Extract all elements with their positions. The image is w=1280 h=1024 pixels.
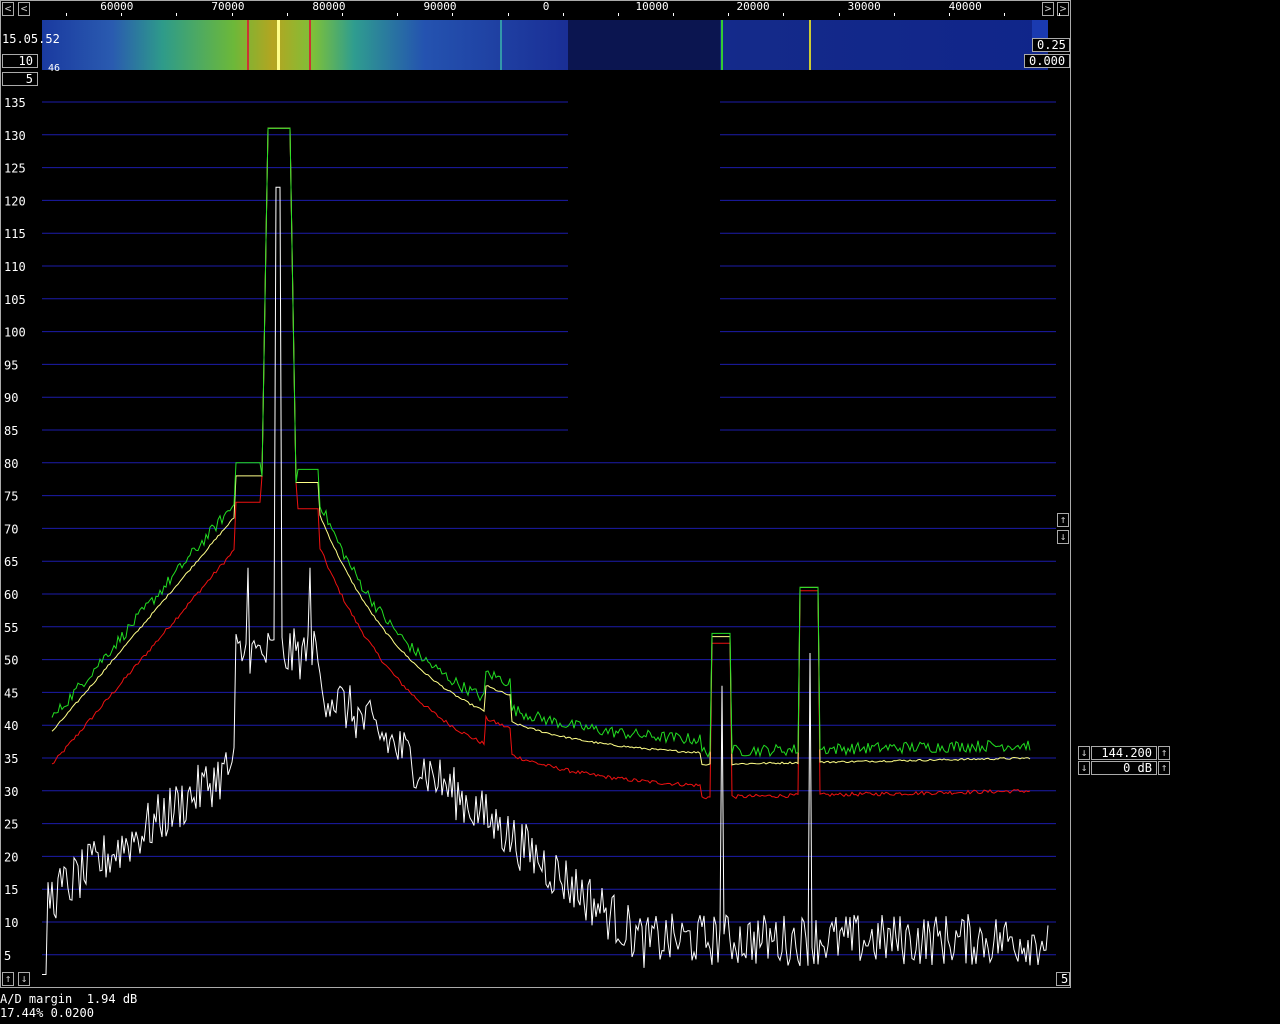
- y-axis-label: 10: [4, 916, 18, 930]
- scroll-up-button[interactable]: ↑: [1057, 513, 1069, 527]
- freq-tick: [121, 13, 123, 16]
- y-axis-label: 120: [4, 194, 26, 208]
- y-axis-label: 30: [4, 785, 18, 799]
- freq-tick: [66, 13, 67, 16]
- freq-label: 10000: [635, 0, 669, 13]
- freq-tick: [893, 13, 895, 16]
- y-axis-label: 70: [4, 522, 18, 536]
- y-axis-label: 65: [4, 555, 18, 569]
- y-axis-label: 95: [4, 358, 18, 372]
- y-axis-label: 25: [4, 818, 18, 832]
- y-axis-label: 15: [4, 883, 18, 897]
- trace-yellow: [51, 127, 1031, 766]
- freq-tick: [1004, 13, 1006, 16]
- freq-down-button[interactable]: ↓: [1078, 746, 1090, 760]
- freq-tick: [783, 13, 785, 16]
- freq-tick: [838, 13, 840, 16]
- cpu-status: 17.44% 0.0200: [0, 1006, 94, 1020]
- y-axis-label: 20: [4, 850, 18, 864]
- freq-tick: [1059, 13, 1061, 16]
- freq-tick: [231, 13, 233, 16]
- freq-label: 90000: [423, 0, 457, 13]
- frequency-field[interactable]: 144.200: [1091, 746, 1157, 760]
- averaging-field[interactable]: 10: [2, 54, 38, 68]
- freq-label: 60000: [100, 0, 134, 13]
- freq-tick: [728, 13, 730, 16]
- freq-tick: [286, 13, 288, 16]
- y-axis-label: 85: [4, 424, 18, 438]
- freq-tick: [397, 13, 399, 16]
- freq-tick: [673, 13, 675, 16]
- ad-margin-status: A/D margin 1.94 dB: [0, 992, 138, 1006]
- y-axis-label: 50: [4, 654, 18, 668]
- y-axis-label: 130: [4, 129, 26, 143]
- param-field[interactable]: 5: [2, 72, 38, 86]
- freq-label: 20000: [736, 0, 770, 13]
- freq-label: 30000: [847, 0, 881, 13]
- waterfall-small-label: 46: [48, 63, 61, 74]
- gain-up-button[interactable]: ↑: [1158, 761, 1170, 775]
- freq-tick: [617, 13, 619, 16]
- y-axis-label: 115: [4, 227, 26, 241]
- freq-tick: [949, 13, 951, 16]
- y-axis-label: 35: [4, 752, 18, 766]
- trace-green: [51, 127, 1031, 759]
- y-axis-label: 90: [4, 391, 18, 405]
- freq-up-button[interactable]: ↑: [1158, 746, 1170, 760]
- waterfall-time: 15.05.52: [2, 32, 60, 46]
- scroll-left-button[interactable]: <: [2, 2, 14, 16]
- y-axis-label: 135: [4, 96, 26, 110]
- waterfall-gain-field[interactable]: 0.25: [1032, 38, 1070, 52]
- gain-down-button[interactable]: ↓: [1078, 761, 1090, 775]
- waterfall-display[interactable]: [42, 20, 1048, 70]
- y-axis-label: 40: [4, 719, 18, 733]
- y-axis-label: 80: [4, 457, 18, 471]
- freq-tick: [507, 13, 509, 16]
- y-axis-label: 60: [4, 588, 18, 602]
- y-axis-label: 100: [4, 326, 26, 340]
- y-axis-label: 5: [4, 949, 11, 963]
- trace-red: [51, 127, 1031, 800]
- y-axis-label: 55: [4, 621, 18, 635]
- scroll-left-alt-button[interactable]: <: [18, 2, 30, 16]
- bottom-right-field[interactable]: 5: [1056, 972, 1070, 986]
- y-axis-label: 110: [4, 260, 26, 274]
- freq-label: 80000: [312, 0, 346, 13]
- freq-label: 70000: [211, 0, 245, 13]
- spectrum-graph[interactable]: 1351301251201151101051009590858075706560…: [0, 88, 1070, 988]
- gain-db-field[interactable]: 0 dB: [1091, 761, 1157, 775]
- bottom-down-button[interactable]: ↓: [18, 972, 30, 986]
- frequency-axis: 60000 70000 80000 90000 0 10000 20000 30000 4000…: [36, 0, 1061, 16]
- freq-tick: [452, 13, 454, 16]
- y-axis-label: 75: [4, 490, 18, 504]
- graph-gap: [568, 88, 720, 433]
- freq-tick: [341, 13, 343, 16]
- freq-label: 40000: [948, 0, 982, 13]
- waterfall-offset-field[interactable]: 0.000: [1024, 54, 1070, 68]
- scroll-down-button[interactable]: ↓: [1057, 530, 1069, 544]
- y-axis-label: 105: [4, 293, 26, 307]
- freq-tick: [176, 13, 178, 16]
- y-axis-label: 45: [4, 686, 18, 700]
- freq-label: 0: [542, 0, 550, 13]
- bottom-up-button[interactable]: ↑: [2, 972, 14, 986]
- freq-tick: [562, 13, 564, 16]
- y-axis-label: 125: [4, 162, 26, 176]
